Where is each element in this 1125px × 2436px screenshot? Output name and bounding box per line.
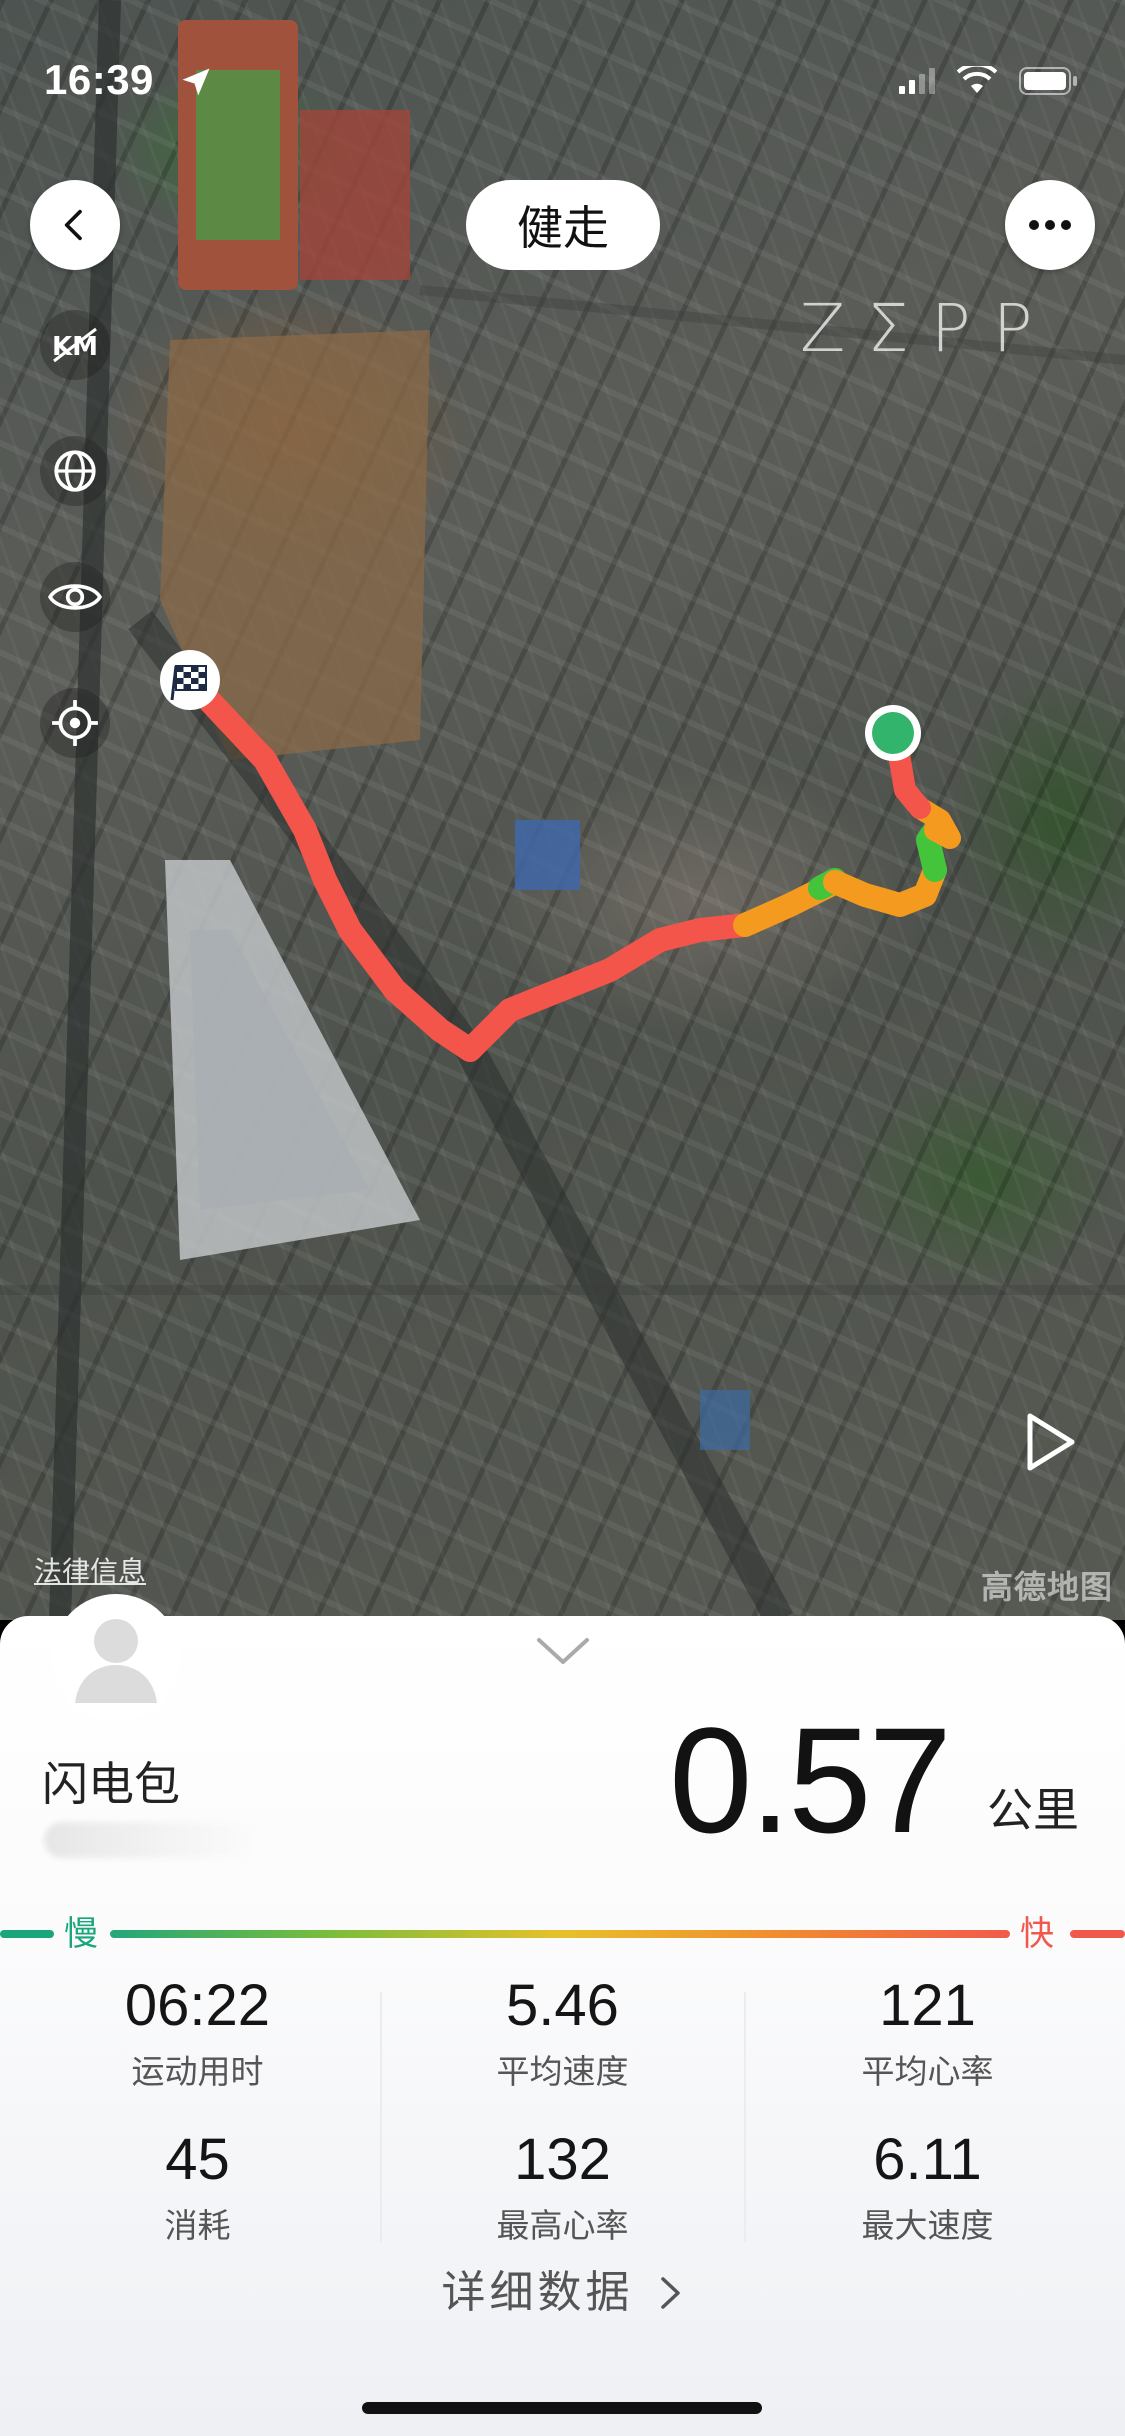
summary-panel: 闪电包 0.57 公里 慢 快 06:22 运动用时 5.46 平均速度 121… [0, 1594, 1125, 2436]
start-marker [872, 712, 914, 754]
pace-gradient [110, 1930, 1010, 1938]
route-segment-red [178, 668, 757, 1062]
stat-value: 5.46 [506, 1973, 619, 2038]
pace-slow-label: 慢 [64, 1914, 98, 1954]
stat-value: 132 [514, 2127, 611, 2192]
visibility-toggle[interactable] [40, 562, 110, 632]
locate-icon [52, 700, 98, 746]
battery-icon [1019, 67, 1077, 95]
pace-line-left [0, 1930, 54, 1938]
stat-calories: 45 消耗 [10, 2126, 385, 2247]
legal-info-link[interactable]: 法律信息 [34, 1550, 146, 1590]
chevron-right-icon [660, 2277, 680, 2309]
eye-icon [48, 584, 102, 610]
default-user-icon [75, 1619, 157, 1703]
stat-label: 消耗 [164, 2206, 231, 2245]
map-provider-logo: 高德地图 [980, 1568, 1113, 1606]
status-icons [899, 66, 1079, 96]
pace-scale: 慢 快 [0, 1906, 1125, 1962]
stat-value: 6.11 [873, 2127, 982, 2192]
stat-max-speed: 6.11 最大速度 [740, 2126, 1115, 2247]
stat-avg-heart-rate: 121 平均心率 [740, 1972, 1115, 2093]
status-time: 16:39 [44, 56, 154, 103]
stat-label: 运动用时 [131, 2052, 264, 2091]
stat-avg-speed: 5.46 平均速度 [375, 1972, 750, 2093]
stat-label: 平均速度 [496, 2052, 629, 2091]
stat-duration: 06:22 运动用时 [10, 1972, 385, 2093]
signal-icon [899, 68, 935, 94]
pace-line-right [1070, 1930, 1125, 1938]
more-button[interactable] [1005, 180, 1095, 270]
stat-label: 最大速度 [861, 2206, 994, 2245]
detail-data-link[interactable]: 详细数据 [0, 2256, 1125, 2320]
stat-max-heart-rate: 132 最高心率 [375, 2126, 750, 2247]
play-icon [1027, 1413, 1075, 1471]
location-arrow-icon [182, 68, 210, 96]
user-name: 闪电包 [42, 1757, 180, 1811]
stat-value: 45 [165, 2127, 230, 2192]
stat-value: 06:22 [124, 1973, 271, 2038]
km-marker-toggle[interactable]: KM [40, 310, 110, 380]
map-layer-toggle[interactable] [40, 436, 110, 506]
globe-icon [54, 450, 96, 492]
activity-type-title[interactable]: 健走 [466, 180, 660, 270]
distance-unit: 公里 [987, 1783, 1079, 1837]
pace-fast-label: 快 [1020, 1914, 1054, 1954]
chevron-down-icon[interactable] [535, 1634, 591, 1668]
more-horizontal-icon [1029, 220, 1071, 230]
wifi-icon [957, 66, 997, 93]
redacted-user-info [44, 1822, 256, 1858]
back-button[interactable] [30, 180, 120, 270]
chevron-left-icon [64, 209, 82, 241]
locate-button[interactable] [40, 688, 110, 758]
stat-label: 平均心率 [861, 2052, 994, 2091]
detail-data-label: 详细数据 [441, 2267, 634, 2318]
stat-label: 最高心率 [496, 2206, 629, 2245]
avatar[interactable] [52, 1594, 180, 1722]
km-marker-icon: KM [52, 327, 98, 363]
brand-watermark: ZƩPP [800, 290, 1055, 367]
replay-button[interactable] [1020, 1410, 1080, 1478]
distance-value: 0.57 [669, 1696, 952, 1864]
home-indicator [362, 2402, 762, 2414]
stat-value: 121 [879, 1973, 976, 2038]
map-view[interactable]: 16:39 健走 ZƩPP KM 法律信息 高德地图 [0, 0, 1125, 1620]
